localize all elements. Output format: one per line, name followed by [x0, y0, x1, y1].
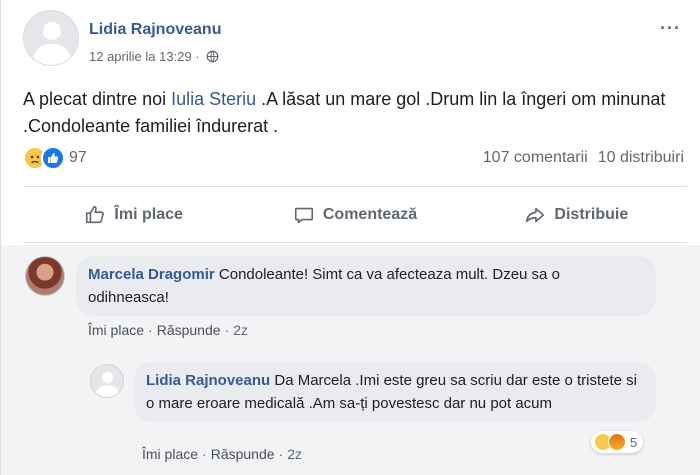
divider	[23, 186, 687, 187]
mention-link[interactable]: Iulia Steriu	[171, 89, 256, 109]
post-meta: 12 aprilie la 13:29 ·	[89, 49, 219, 64]
commenter-name[interactable]: Marcela Dragomir	[88, 266, 215, 283]
reply-reply-link[interactable]: Răspunde	[211, 446, 275, 462]
comment-actions: Îmi place · Răspunde · 2z	[88, 322, 248, 338]
globe-icon[interactable]	[206, 50, 219, 63]
thumbs-up-icon	[86, 205, 105, 224]
reply-like-link[interactable]: Îmi place	[142, 446, 198, 462]
reply-actions: Îmi place · Răspunde · 2z	[142, 446, 302, 462]
post-text-before: A plecat dintre noi	[23, 89, 172, 109]
comment-like-link[interactable]: Îmi place	[88, 322, 144, 338]
post-actions: Îmi place Comentează Distribuie	[23, 194, 687, 236]
reply-author-name[interactable]: Lidia Rajnoveanu	[146, 372, 270, 389]
like-button-label: Îmi place	[114, 206, 183, 223]
comment-bubble: Marcela Dragomir Condoleante! Simt ca va…	[76, 256, 656, 316]
comment-button[interactable]: Comentează	[244, 194, 465, 236]
comment-button-label: Comentează	[322, 206, 418, 223]
reply-reactions[interactable]: 5	[591, 431, 644, 453]
divider	[23, 242, 687, 243]
reply-avatar[interactable]	[90, 364, 124, 398]
post-timestamp[interactable]: 12 aprilie la 13:29 ·	[89, 49, 200, 64]
like-button[interactable]: Îmi place	[23, 194, 244, 236]
post-text: A plecat dintre noi Iulia Steriu .A lăsa…	[23, 86, 683, 140]
post-author-name[interactable]: Lidia Rajnoveanu	[89, 21, 221, 39]
more-options-icon[interactable]: ···	[660, 18, 681, 39]
like-reaction-icon	[41, 146, 65, 170]
share-button[interactable]: Distribuie	[466, 194, 687, 236]
author-avatar[interactable]	[23, 10, 79, 66]
shares-count-link[interactable]: 10 distribuiri	[598, 149, 684, 167]
post-stats: 107 comentarii 10 distribuiri	[483, 149, 684, 167]
angry-reaction-icon	[608, 433, 626, 451]
reaction-summary[interactable]: 97	[23, 146, 87, 170]
commenter-avatar[interactable]	[25, 256, 65, 296]
comment-reply-link[interactable]: Răspunde	[157, 322, 221, 338]
reply-reaction-count: 5	[630, 434, 638, 450]
share-button-label: Distribuie	[554, 206, 629, 223]
facebook-post: Lidia Rajnoveanu 12 aprilie la 13:29 · ·…	[0, 0, 700, 475]
reply-age[interactable]: 2z	[287, 446, 302, 462]
comment-bubble-icon	[294, 207, 313, 224]
comments-count-link[interactable]: 107 comentarii	[483, 149, 588, 167]
reply-bubble: Lidia Rajnoveanu Da Marcela .Imi este gr…	[134, 362, 656, 422]
comment-age[interactable]: 2z	[233, 322, 248, 338]
share-arrow-icon	[526, 207, 545, 223]
reaction-count: 97	[69, 149, 87, 166]
